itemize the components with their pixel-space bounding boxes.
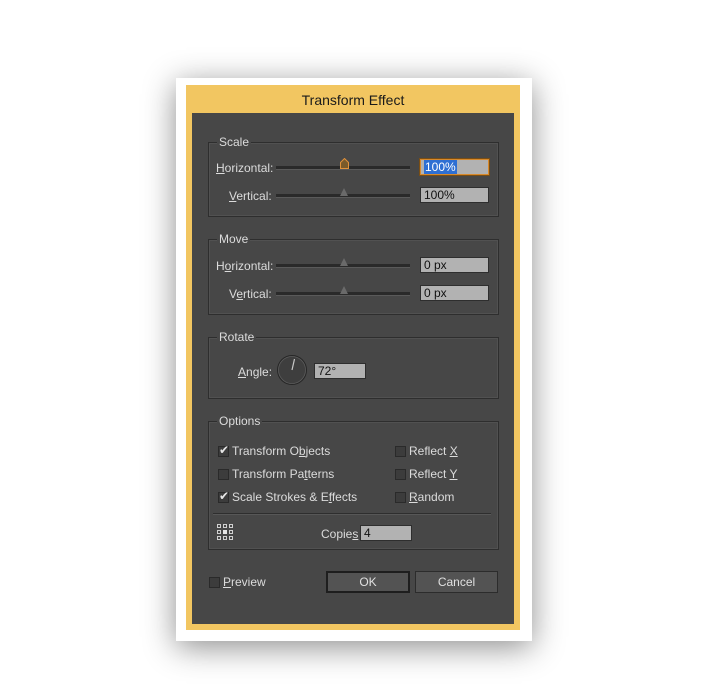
transform-patterns-label[interactable]: Transform Patterns xyxy=(232,467,334,481)
transform-objects-label-pre: Transform O xyxy=(232,444,299,458)
scale-horizontal-input[interactable]: 100% xyxy=(420,159,489,175)
rotate-group-title: Rotate xyxy=(217,330,257,344)
copies-label: Copies xyxy=(321,527,358,541)
reflect-x-mnemonic: X xyxy=(449,444,458,458)
move-horizontal-slider-handle[interactable] xyxy=(340,258,348,266)
transform-patterns-checkbox[interactable] xyxy=(218,469,229,480)
reflect-y-label[interactable]: Reflect Y xyxy=(409,467,457,481)
scale-vertical-input[interactable]: 100% xyxy=(420,187,489,203)
ok-button[interactable]: OK xyxy=(326,571,410,593)
random-checkbox[interactable] xyxy=(395,492,406,503)
transform-objects-check-icon: ✔ xyxy=(219,443,230,457)
scale-horizontal-value: 100% xyxy=(424,160,457,174)
move-vertical-label: Vertical: xyxy=(229,287,272,301)
preview-checkbox[interactable] xyxy=(209,577,220,588)
reflect-y-mnemonic: Y xyxy=(449,467,458,481)
rotate-group: Rotate Angle: 72° xyxy=(208,330,499,399)
scale-strokes-check-icon: ✔ xyxy=(219,489,230,503)
angle-input[interactable]: 72° xyxy=(314,363,366,379)
move-vertical-label-text: rtical: xyxy=(243,287,272,301)
scale-horizontal-label-mnemonic: H xyxy=(216,161,225,175)
transform-objects-label-post: jects xyxy=(305,444,331,458)
angle-dial[interactable] xyxy=(276,354,308,386)
scale-horizontal-label-text: orizontal: xyxy=(224,161,274,175)
reference-point-icon[interactable] xyxy=(216,523,235,542)
transform-objects-mnemonic: b xyxy=(298,444,306,458)
move-vertical-input[interactable]: 0 px xyxy=(420,285,489,301)
scale-vertical-label: Vertical: xyxy=(229,189,272,203)
scale-strokes-checkbox[interactable]: ✔ xyxy=(218,489,230,503)
preview-mnemonic: P xyxy=(223,575,232,589)
transform-objects-label[interactable]: Transform Objects xyxy=(232,444,330,458)
angle-label-mnemonic: A xyxy=(238,365,247,379)
move-horizontal-input[interactable]: 0 px xyxy=(420,257,489,273)
cancel-button[interactable]: Cancel xyxy=(415,571,498,593)
transform-objects-checkbox[interactable]: ✔ xyxy=(218,443,230,457)
scale-horizontal-slider-handle[interactable] xyxy=(340,158,349,169)
reflect-x-label[interactable]: Reflect X xyxy=(409,444,458,458)
move-horizontal-label-pre: H xyxy=(216,259,225,273)
move-horizontal-label: Horizontal: xyxy=(216,259,273,273)
reflect-x-checkbox[interactable] xyxy=(395,446,406,457)
dialog-title[interactable]: Transform Effect xyxy=(186,85,520,113)
scale-strokes-label[interactable]: Scale Strokes & Effects xyxy=(232,490,357,504)
scale-group-title: Scale xyxy=(217,135,252,149)
options-group-title: Options xyxy=(217,414,263,428)
dialog-body: Scale Horizontal: 100% Vertical: 100% Mo… xyxy=(192,113,514,624)
move-vertical-slider-handle[interactable] xyxy=(340,286,348,294)
angle-label: Angle: xyxy=(238,365,272,379)
angle-label-text: ngle: xyxy=(246,365,273,379)
scale-group: Scale Horizontal: 100% Vertical: 100% xyxy=(208,135,499,217)
move-group-title: Move xyxy=(217,232,251,246)
scale-vertical-label-text: ertical: xyxy=(236,189,272,203)
move-horizontal-label-text: rizontal: xyxy=(231,259,274,273)
transform-patterns-label-pre: Transform Pa xyxy=(232,467,305,481)
transform-patterns-label-post: terns xyxy=(307,467,335,481)
options-separator xyxy=(213,513,491,515)
copies-input[interactable]: 4 xyxy=(360,525,412,541)
reflect-y-label-pre: Reflect xyxy=(409,467,450,481)
preview-label-post: review xyxy=(231,575,266,589)
scale-strokes-label-post: fects xyxy=(331,490,358,504)
scale-horizontal-label: Horizontal: xyxy=(216,161,273,175)
copies-mnemonic: s xyxy=(352,527,359,541)
options-group: Options ✔ Transform Objects Transform Pa… xyxy=(208,414,499,550)
random-mnemonic: R xyxy=(409,490,418,504)
preview-label[interactable]: Preview xyxy=(223,575,266,589)
random-label-post: andom xyxy=(417,490,455,504)
random-label[interactable]: Random xyxy=(409,490,454,504)
transform-effect-dialog: Transform Effect Scale Horizontal: 100% … xyxy=(186,85,520,630)
copies-label-pre: Copie xyxy=(321,527,353,541)
move-group: Move Horizontal: 0 px Vertical: 0 px xyxy=(208,232,499,315)
reflect-y-checkbox[interactable] xyxy=(395,469,406,480)
scale-vertical-slider-handle[interactable] xyxy=(340,188,348,196)
reflect-x-label-pre: Reflect xyxy=(409,444,450,458)
scale-strokes-label-pre: Scale Strokes & E xyxy=(232,490,329,504)
